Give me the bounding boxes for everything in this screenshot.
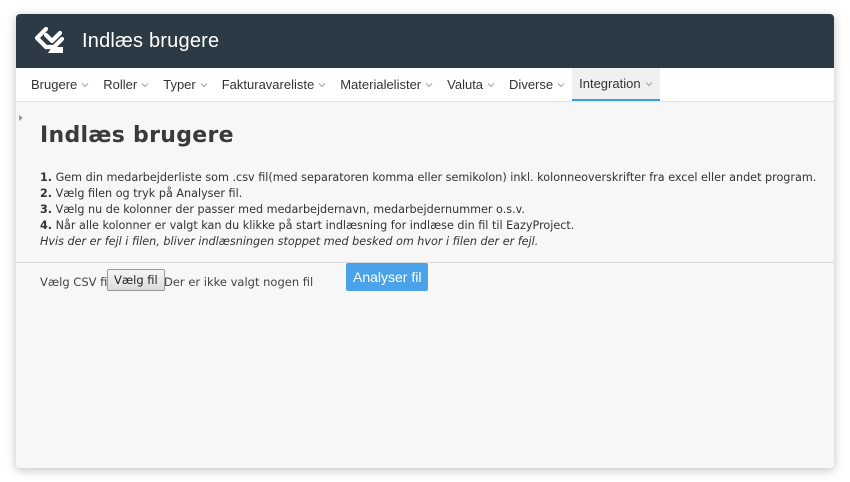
- nav-item-label: Materialelister: [340, 77, 422, 92]
- chevron-down-icon: [141, 82, 149, 87]
- step-number: 4.: [40, 219, 53, 232]
- nav-item-label: Fakturavareliste: [221, 77, 315, 92]
- nav-item-materialelister[interactable]: Materialelister: [333, 68, 440, 101]
- upload-form: Vælg CSV fil Vælg fil Der er ikke valgt …: [40, 263, 834, 297]
- nav-item-typer[interactable]: Typer: [156, 68, 215, 101]
- nav-item-integration[interactable]: Integration: [572, 68, 660, 101]
- chevron-down-icon: [200, 82, 208, 87]
- nav-item-label: Integration: [579, 76, 641, 91]
- chevron-down-icon: [318, 82, 326, 87]
- csv-file-label: Vælg CSV fil: [40, 275, 111, 289]
- nav-item-diverse[interactable]: Diverse: [502, 68, 572, 101]
- nav-item-label: Brugere: [31, 77, 78, 92]
- step-text: Vælg filen og tryk på Analyser fil.: [55, 187, 243, 200]
- instruction-step: 1. Gem din medarbejderliste som .csv fil…: [40, 170, 834, 186]
- chevron-down-icon: [425, 82, 433, 87]
- step-text: Når alle kolonner er valgt kan du klikke…: [55, 219, 575, 232]
- nav-item-roller[interactable]: Roller: [96, 68, 156, 101]
- nav-item-fakturavareliste[interactable]: Fakturavareliste: [215, 68, 333, 101]
- nav-item-brugere[interactable]: Brugere: [24, 68, 96, 101]
- eazyproject-logo-icon[interactable]: [34, 25, 66, 57]
- app-window: Indlæs brugere Brugere Roller Typer Fakt…: [16, 14, 834, 468]
- choose-file-button[interactable]: Vælg fil: [107, 269, 165, 291]
- main-content: Indlæs brugere 1. Gem din medarbejderlis…: [16, 102, 834, 297]
- app-title: Indlæs brugere: [82, 29, 220, 52]
- instruction-step: 4. Når alle kolonner er valgt kan du kli…: [40, 218, 834, 234]
- step-number: 2.: [40, 187, 53, 200]
- analyse-file-button[interactable]: Analyser fil: [346, 263, 429, 291]
- step-text: Gem din medarbejderliste som .csv fil(me…: [55, 171, 817, 184]
- instruction-step: 3. Vælg nu de kolonner der passer med me…: [40, 202, 834, 218]
- nav-item-label: Diverse: [509, 77, 554, 92]
- nav-item-label: Valuta: [447, 77, 484, 92]
- chevron-down-icon: [487, 82, 495, 87]
- instructions: 1. Gem din medarbejderliste som .csv fil…: [40, 170, 834, 250]
- step-text: Vælg nu de kolonner der passer med medar…: [55, 203, 525, 216]
- chevron-down-icon: [645, 81, 652, 86]
- chevron-down-icon: [557, 82, 565, 87]
- page-title: Indlæs brugere: [40, 123, 234, 148]
- chevron-down-icon: [81, 82, 89, 87]
- step-number: 3.: [40, 203, 53, 216]
- step-number: 1.: [40, 171, 53, 184]
- nav-item-valuta[interactable]: Valuta: [440, 68, 502, 101]
- app-header: Indlæs brugere: [16, 14, 834, 68]
- file-status-text: Der er ikke valgt nogen fil: [164, 275, 314, 289]
- error-note: Hvis der er fejl i filen, bliver indlæsn…: [40, 235, 539, 248]
- nav-item-label: Typer: [163, 77, 196, 92]
- nav-item-label: Roller: [103, 77, 138, 92]
- instruction-step: 2. Vælg filen og tryk på Analyser fil.: [40, 186, 834, 202]
- top-nav: Brugere Roller Typer Fakturavareliste Ma…: [16, 68, 834, 102]
